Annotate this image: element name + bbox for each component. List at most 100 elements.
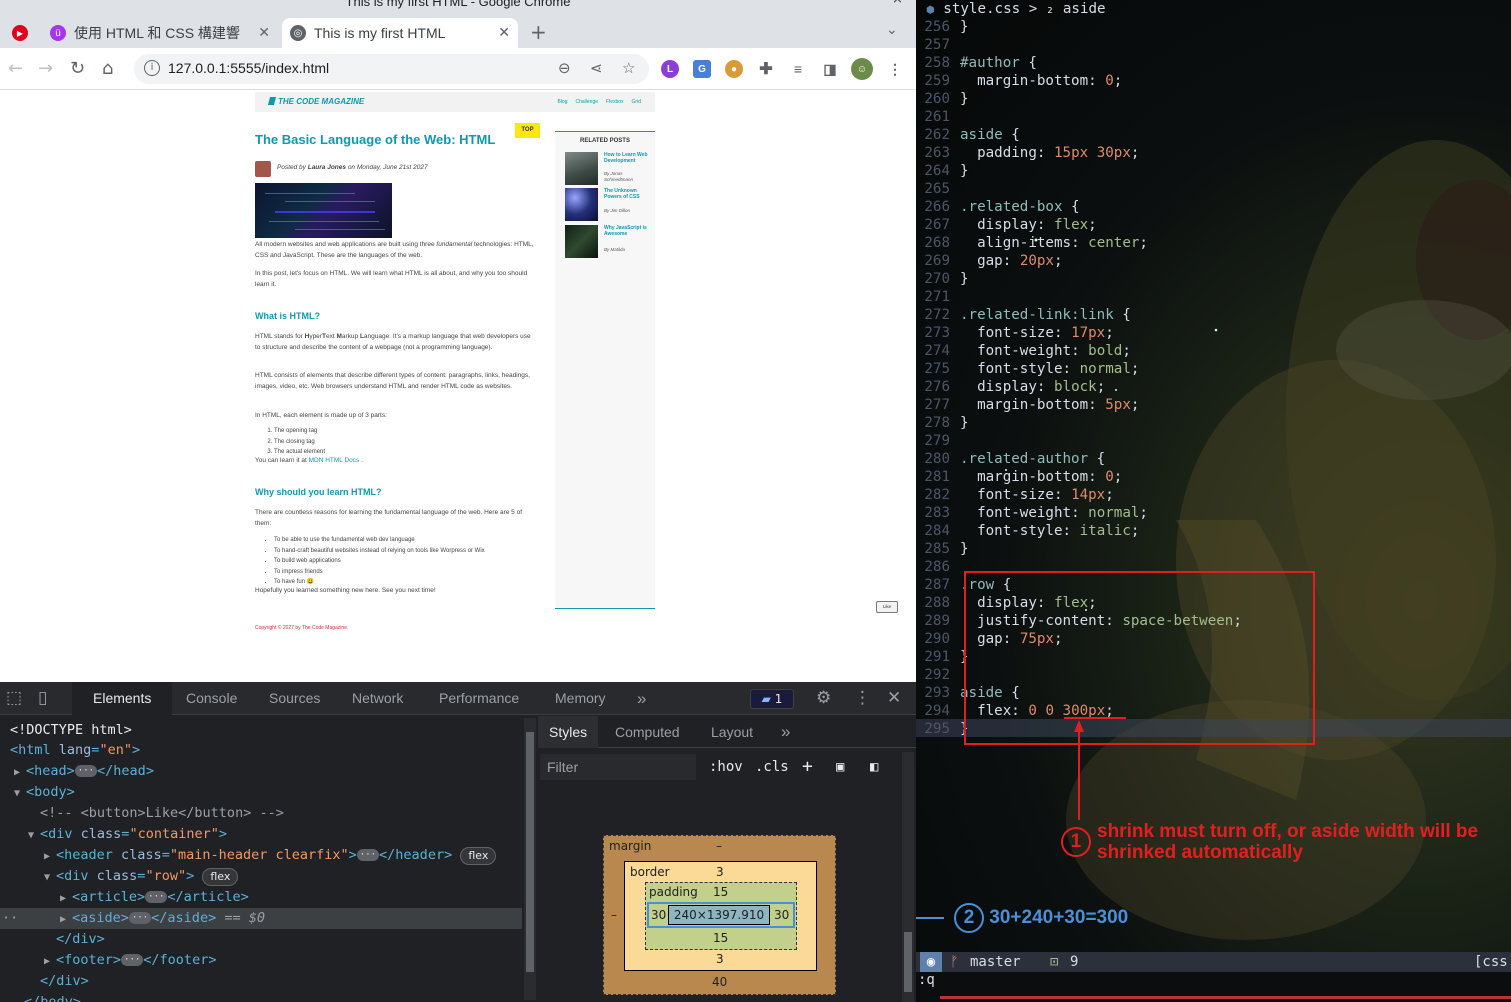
code-line[interactable]: 279 [916,432,960,450]
dom-comment[interactable]: <!-- <button>Like</button> --> [0,803,522,824]
code-line[interactable]: 265 [916,180,960,198]
dom-scrollbar[interactable] [524,718,536,1000]
tab-elements[interactable]: Elements [72,682,173,715]
tab-sources[interactable]: Sources [269,682,320,715]
settings-gear-icon[interactable]: ⚙ [816,688,831,708]
code-line[interactable]: 282 font-size: 14px; [916,486,1113,504]
tab-styles[interactable]: Styles [538,716,599,748]
styles-scrollbar[interactable] [902,752,914,1002]
code-line[interactable]: 264} [916,162,968,180]
tab-network[interactable]: Network [352,682,403,715]
nav-link-challenge[interactable]: Challenge [576,99,599,105]
dom-html[interactable]: <html lang="en"> [0,740,522,761]
code-line[interactable]: 280 .related-author { [916,450,1105,468]
inspect-element-icon[interactable]: ⬚ [6,688,22,708]
code-line[interactable]: 258 #author { [916,54,1037,72]
border-top-value[interactable]: 3 [716,865,724,879]
tab-active[interactable]: ◎ This is my first HTML ✕ [282,18,518,48]
dom-head[interactable]: ▶ <head> ··· </head> [0,761,522,782]
tab-performance[interactable]: Performance [439,682,519,715]
reload-icon[interactable]: ↻ [70,58,85,79]
related-title[interactable]: The Unknown Powers of CSS [604,188,649,200]
code-line[interactable]: 274 font-weight: bold; [916,342,1131,360]
related-title[interactable]: Why JavaScript is Awesome [604,225,649,237]
code-line[interactable]: 267 display: flex; [916,216,1096,234]
site-info-icon[interactable]: i [144,60,160,76]
code-line[interactable]: 270} [916,270,968,288]
close-tab-icon[interactable]: ✕ [498,24,510,41]
profile-avatar-icon[interactable]: ☺ [851,58,873,80]
code-line[interactable]: 272 .related-link:link { [916,306,1130,324]
minimize-icon[interactable]: – [858,0,865,7]
side-panel-icon[interactable]: ◨ [821,60,839,78]
dom-container-close[interactable]: </div> [0,971,522,992]
dom-body-close[interactable]: </body> [0,992,522,1002]
code-line[interactable]: 286 [916,558,960,576]
code-line[interactable]: 263 padding: 15px 30px; [916,144,1139,162]
device-toolbar-icon[interactable]: ▯ [38,688,47,708]
code-line[interactable]: 260} [916,90,968,108]
home-icon[interactable]: ⌂ [102,58,113,79]
forward-icon[interactable]: → [38,58,53,79]
code-line[interactable]: 269 gap: 20px; [916,252,1062,270]
code-line[interactable]: 291} [916,648,968,666]
more-tabs-icon[interactable]: » [637,682,646,715]
dom-container[interactable]: ▼ <div class="container"> [0,824,522,845]
code-line[interactable]: 283 font-weight: normal; [916,504,1148,522]
toggle-sidebar-icon[interactable]: ◧ [870,759,878,775]
extensions-puzzle-icon[interactable]: ✚ [757,60,775,78]
share-icon[interactable]: ⋖ [590,59,603,77]
paint-roller-icon[interactable]: ▣ [836,759,844,775]
code-line[interactable]: 284 font-style: italic; [916,522,1139,540]
code-line[interactable]: 273 font-size: 17px; [916,324,1113,342]
bookmark-star-icon[interactable]: ☆ [622,59,635,77]
code-line[interactable]: 257 [916,36,960,54]
code-line[interactable]: 285} [916,540,968,558]
related-post-3[interactable]: Why JavaScript is Awesome By Matilda [565,225,651,258]
top-badge[interactable]: TOP [515,123,540,138]
code-line[interactable]: 268 align-items: center; [916,234,1148,252]
like-button[interactable]: Like [876,601,898,613]
dom-footer[interactable]: ▶ <footer> ··· </footer> [0,950,522,971]
code-line[interactable]: 266 .related-box { [916,198,1079,216]
close-tab-icon[interactable]: ✕ [258,24,270,41]
cookie-icon[interactable]: ● [725,60,743,78]
dom-body[interactable]: ▼ <body> [0,782,522,803]
dom-row[interactable]: ▼ <div class="row"> flex [0,866,522,887]
dom-header[interactable]: ▶ <header class="main-header clearfix"> ··… [0,845,522,866]
chrome-menu-icon[interactable]: ⋮ [886,60,904,78]
margin-left-value[interactable]: – [611,908,617,922]
padding-right-value[interactable]: 30 [774,908,789,922]
flex-badge[interactable]: flex [202,868,239,886]
code-line[interactable]: 277 margin-bottom: 5px; [916,396,1139,414]
kebab-menu-icon[interactable]: ⋮ [854,688,871,708]
youtube-music-icon[interactable]: ▶ [12,25,28,41]
code-line[interactable]: 261 [916,108,960,126]
dom-aside-selected[interactable]: ·· ▶ <aside> ··· </aside> == $0 [0,908,522,929]
padding-left-value[interactable]: 30 [651,908,666,922]
vim-cmdline[interactable]: :q [916,972,1511,1002]
tab-computed[interactable]: Computed [615,716,680,748]
dom-doctype[interactable]: <!DOCTYPE html> [0,720,522,741]
site-logo[interactable]: THE CODE MAGAZINE [267,97,364,106]
code-line[interactable]: 262 aside { [916,126,1019,144]
back-icon[interactable]: ← [8,58,23,79]
more-panes-icon[interactable]: » [781,716,790,748]
dom-row-close[interactable]: </div> [0,929,522,950]
new-tab-icon[interactable]: + [530,20,547,44]
related-title[interactable]: How to Learn Web Development [604,152,649,164]
code-line[interactable]: 295} [916,720,968,738]
dom-article[interactable]: ▶ <article> ··· </article> [0,887,522,908]
zoom-icon[interactable]: ⊖ [558,59,571,77]
tab-console[interactable]: Console [186,682,237,715]
cls-button[interactable]: .cls [755,759,789,775]
media-queue-icon[interactable]: ≡ [789,60,807,78]
new-rule-icon[interactable]: + [802,756,813,777]
code-line[interactable]: 281 margin-bottom: 0; [916,468,1122,486]
code-line[interactable]: 256} [916,18,968,36]
mdn-link[interactable]: MDN HTML Docs [309,457,360,464]
address-bar[interactable]: i 127.0.0.1:5555/index.html ⊖ ⋖ ☆ [134,54,649,84]
issues-badge[interactable]: ▰ 1 [750,689,794,709]
border-bottom-value[interactable]: 3 [716,952,724,966]
flex-badge[interactable]: flex [460,847,497,865]
